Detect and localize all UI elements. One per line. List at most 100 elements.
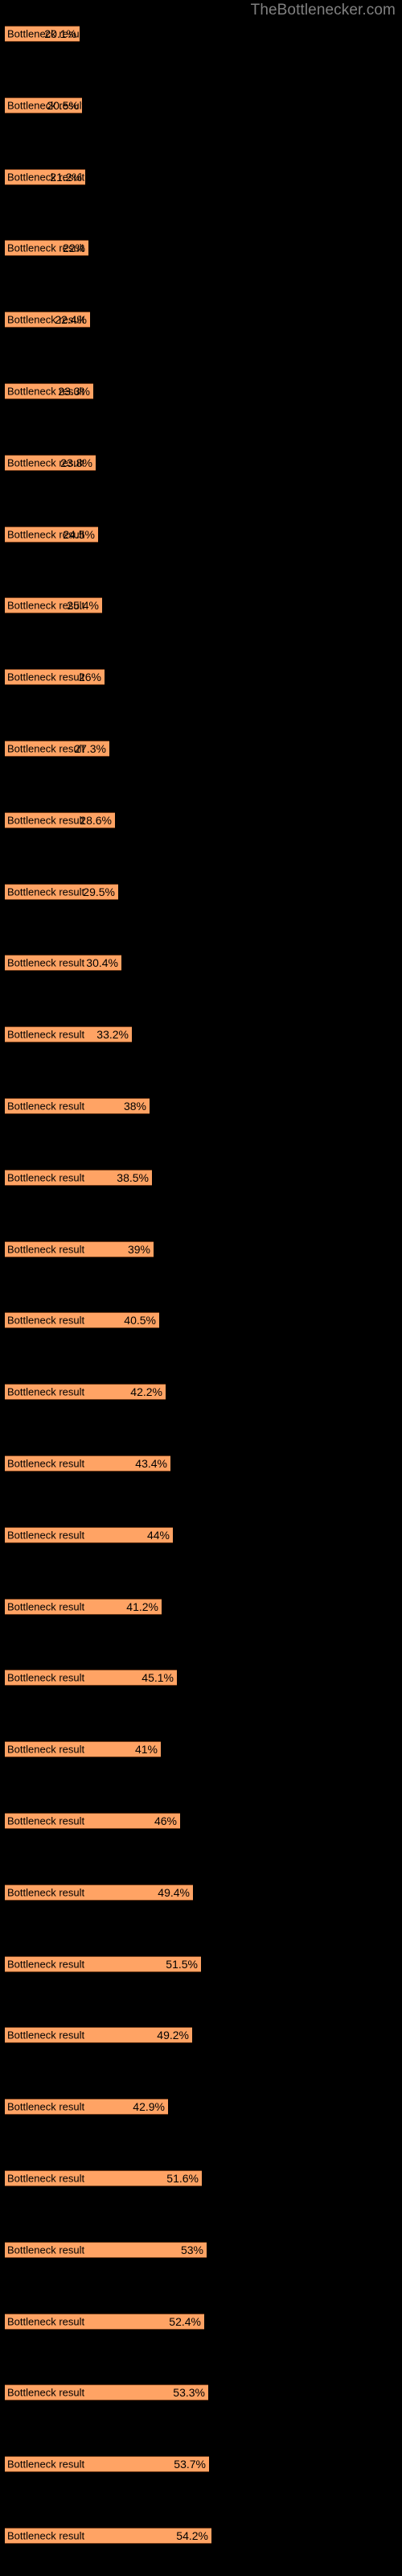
bar[interactable]: Bottleneck result 43.4%	[5, 1455, 170, 1472]
bar-value: 53.3%	[173, 2386, 205, 2399]
bar[interactable]: Bottleneck result 42.9%	[5, 2099, 168, 2115]
bar-value: 30.4%	[86, 956, 118, 969]
bar-label: Bottleneck result	[7, 886, 85, 898]
bar[interactable]: Bottleneck result 42.2%	[5, 1384, 166, 1400]
bar-value: 27.3%	[74, 742, 106, 755]
bar[interactable]: Bottleneck result 49.4%	[5, 1885, 193, 1901]
bar[interactable]: Bottleneck result 54.2%	[5, 2528, 211, 2544]
bar-row: Bottleneck result 33.2%	[5, 1026, 132, 1042]
bar[interactable]: Bottleneck result 28.6%	[5, 812, 115, 828]
bar-row: Bottleneck result 51.6%	[5, 2170, 202, 2186]
bar-value: 20.1%	[44, 27, 76, 40]
bar[interactable]: Bottleneck result 30.4%	[5, 955, 121, 971]
bar-row: Bottleneck result 41%	[5, 1741, 161, 1757]
bar[interactable]: Bottleneck result 29.5%	[5, 884, 118, 900]
bar[interactable]: Bottleneck result 53.7%	[5, 2456, 209, 2472]
bar[interactable]: Bottleneck result 38%	[5, 1098, 150, 1114]
bar-row: Bottleneck result 53%	[5, 2242, 207, 2258]
bar-value: 42.2%	[130, 1385, 162, 1398]
bar-row: Bottleneck result 52.4%	[5, 2314, 204, 2330]
bar[interactable]: Bottleneck result 40.5%	[5, 1312, 159, 1328]
bar[interactable]: Bottleneck result 22.4%	[5, 312, 90, 328]
bar[interactable]: Bottleneck result 33.2%	[5, 1026, 132, 1042]
bar-row: Bottleneck result 43.4%	[5, 1455, 170, 1472]
plot-area: Bottleneck result 20.1% Bottleneck result 2…	[0, 0, 402, 2576]
bar-row: Bottleneck result 49.4%	[5, 1885, 193, 1901]
bar-label: Bottleneck result	[7, 1671, 85, 1684]
bar-label: Bottleneck result	[7, 956, 85, 969]
bar[interactable]: Bottleneck result 20.5%	[5, 97, 82, 114]
bar-row: Bottleneck result 21.2%	[5, 169, 85, 185]
bar[interactable]: Bottleneck result 51.6%	[5, 2170, 202, 2186]
bar[interactable]: Bottleneck result 41%	[5, 1741, 161, 1757]
bar[interactable]: Bottleneck result 53%	[5, 2242, 207, 2258]
bar[interactable]: Bottleneck result 41.2%	[5, 1599, 162, 1615]
bar-label: Bottleneck result	[7, 2315, 85, 2328]
bar[interactable]: Bottleneck result 39%	[5, 1241, 154, 1257]
bar-row: Bottleneck result 40.5%	[5, 1312, 159, 1328]
bar-value: 23.8%	[60, 456, 92, 469]
bar-row: Bottleneck result 42.9%	[5, 2099, 168, 2115]
bar-value: 42.9%	[133, 2100, 165, 2113]
bar[interactable]: Bottleneck result 38.5%	[5, 1170, 152, 1186]
bar[interactable]: Bottleneck result 53.3%	[5, 2384, 208, 2401]
bar-value: 20.5%	[47, 99, 79, 112]
bar-value: 38.5%	[117, 1171, 149, 1184]
bar-row: Bottleneck result 46%	[5, 1813, 180, 1829]
bar-value: 28.6%	[80, 814, 112, 827]
bar-value: 22%	[62, 242, 85, 254]
bar-value: 41.2%	[126, 1600, 158, 1613]
bar-row: Bottleneck result 53.7%	[5, 2456, 209, 2472]
bar[interactable]: Bottleneck result 45.1%	[5, 1670, 177, 1686]
bar-label: Bottleneck result	[7, 814, 85, 827]
bar[interactable]: Bottleneck result 46%	[5, 1813, 180, 1829]
bar[interactable]: Bottleneck result 26%	[5, 669, 105, 685]
bar[interactable]: Bottleneck result 24.5%	[5, 526, 98, 543]
bar-label: Bottleneck result	[7, 742, 85, 755]
bar-value: 51.5%	[166, 1958, 198, 1971]
bar-label: Bottleneck result	[7, 1028, 85, 1041]
bar-value: 26%	[78, 671, 101, 683]
bar[interactable]: Bottleneck result 23.8%	[5, 455, 96, 471]
bar[interactable]: Bottleneck result 51.5%	[5, 1956, 201, 1972]
bar-label: Bottleneck result	[7, 1529, 85, 1542]
bar-row: Bottleneck result 42.2%	[5, 1384, 166, 1400]
bar-label: Bottleneck result	[7, 1243, 85, 1256]
bar-row: Bottleneck result 51.5%	[5, 1956, 201, 1972]
bottleneck-chart: TheBottlenecker.com Bottleneck result 20.…	[0, 0, 402, 2576]
bar-row: Bottleneck result 27.3%	[5, 741, 109, 757]
bar[interactable]: Bottleneck result 27.3%	[5, 741, 109, 757]
bar-row: Bottleneck result 22%	[5, 240, 88, 256]
bar-value: 43.4%	[135, 1457, 167, 1470]
bar-label: Bottleneck result	[7, 1457, 85, 1470]
bar[interactable]: Bottleneck result 21.2%	[5, 169, 85, 185]
bar-value: 49.2%	[157, 2029, 189, 2041]
bar-label: Bottleneck result	[7, 1385, 85, 1398]
bar[interactable]: Bottleneck result 49.2%	[5, 2027, 192, 2043]
bar[interactable]: Bottleneck result 23.3%	[5, 383, 93, 399]
bar-row: Bottleneck result 22.4%	[5, 312, 90, 328]
bar-value: 29.5%	[83, 886, 115, 898]
bar-label: Bottleneck result	[7, 2244, 85, 2256]
bar-value: 21.2%	[50, 171, 82, 184]
bar-value: 51.6%	[166, 2172, 199, 2185]
bar[interactable]: Bottleneck result 20.1%	[5, 26, 80, 42]
bar-row: Bottleneck result 23.3%	[5, 383, 93, 399]
bar-label: Bottleneck result	[7, 2458, 85, 2471]
bar-row: Bottleneck result 38%	[5, 1098, 150, 1114]
bar[interactable]: Bottleneck result 44%	[5, 1527, 173, 1543]
bar[interactable]: Bottleneck result 22%	[5, 240, 88, 256]
bar[interactable]: Bottleneck result 25.4%	[5, 597, 102, 613]
bar-row: Bottleneck result 28.6%	[5, 812, 115, 828]
bar-row: Bottleneck result 49.2%	[5, 2027, 192, 2043]
bar-label: Bottleneck result	[7, 1600, 85, 1613]
bar-value: 53.7%	[174, 2458, 206, 2471]
bar-value: 41%	[134, 1743, 158, 1756]
bar-row: Bottleneck result 54.2%	[5, 2528, 211, 2544]
bar-label: Bottleneck result	[7, 1171, 85, 1184]
bar-row: Bottleneck result 23.8%	[5, 455, 96, 471]
bar-row: Bottleneck result 44%	[5, 1527, 173, 1543]
bar-row: Bottleneck result 45.1%	[5, 1670, 177, 1686]
bar[interactable]: Bottleneck result 52.4%	[5, 2314, 204, 2330]
bar-value: 40.5%	[124, 1314, 156, 1327]
